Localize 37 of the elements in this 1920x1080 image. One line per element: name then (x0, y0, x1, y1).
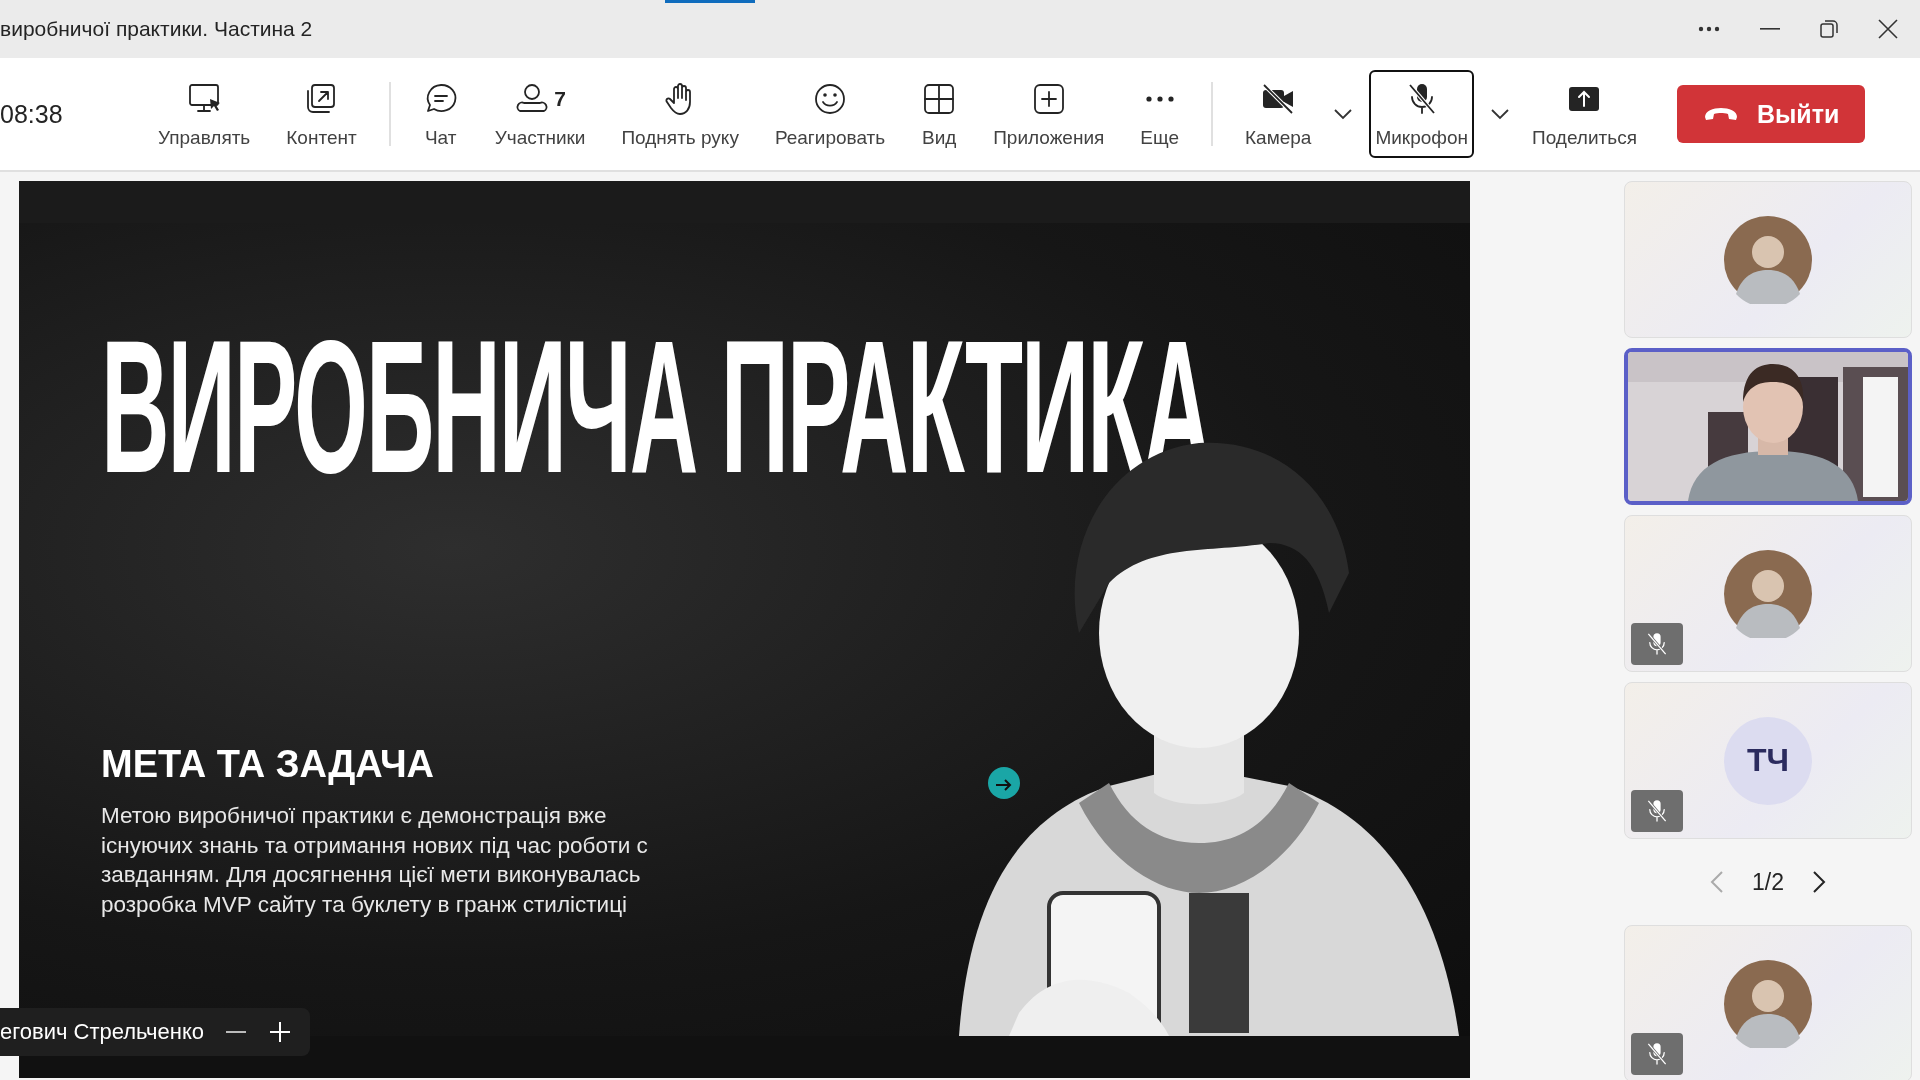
avatar-initials: ТЧ (1724, 716, 1812, 805)
page-indicator: 1/2 (1752, 868, 1784, 896)
next-page-icon[interactable] (1812, 870, 1826, 894)
slide-text: Метою виробничої практики є демонстрація вже існуючих знань та отримання нових під час роботи с завданням. Для досягнення цієї мети виконувалась розробка MVP сайту та буклету в гранж стилістиці (101, 802, 649, 919)
caret-icon[interactable] (1333, 108, 1354, 120)
camera-button[interactable]: Камера (1239, 70, 1318, 158)
pointer-icon (987, 766, 1021, 800)
control-button[interactable]: Управлять (152, 70, 257, 158)
hand-button[interactable]: Поднять руку (615, 70, 745, 158)
leave-button[interactable]: Выйти (1676, 85, 1866, 143)
chat-button[interactable]: Чат (416, 70, 465, 158)
participant-tile[interactable]: ТЧ (1624, 682, 1912, 839)
slide-heading: МЕТА ТА ЗАДАЧА (101, 743, 435, 786)
minimize-icon[interactable] (1760, 28, 1780, 30)
more-icon[interactable] (1698, 26, 1720, 32)
slide-headline: ВИРОБНИЧА ПРАКТИКА (101, 311, 1210, 501)
zoom-in-icon[interactable] (268, 1020, 293, 1044)
avatar-icon (1724, 549, 1812, 638)
meeting-timer: 08:38 (0, 99, 64, 129)
content-button[interactable]: Контент (280, 70, 363, 158)
view-button[interactable]: Вид (915, 70, 964, 158)
share-button[interactable]: Поделиться (1526, 70, 1643, 158)
more-icon (1143, 96, 1176, 102)
participant-count: 7 (554, 87, 566, 111)
participants-button[interactable]: 7 Участники (488, 70, 592, 158)
close-icon[interactable] (1878, 19, 1898, 39)
caret-icon[interactable] (1490, 108, 1510, 120)
window-title: виробничої практики. Частина 2 (0, 17, 314, 41)
avatar-icon (1724, 959, 1812, 1048)
apps-button[interactable]: Приложения (987, 70, 1111, 158)
presenter-name: егович Стрельченко (0, 1019, 205, 1045)
hang-up-icon (1702, 106, 1739, 122)
microphone-button[interactable]: Микрофон (1369, 70, 1474, 158)
avatar-icon (1724, 215, 1812, 304)
restore-icon[interactable] (1820, 20, 1838, 38)
react-button[interactable]: Реагировать (768, 70, 892, 158)
more-button[interactable]: Еще (1134, 70, 1185, 158)
